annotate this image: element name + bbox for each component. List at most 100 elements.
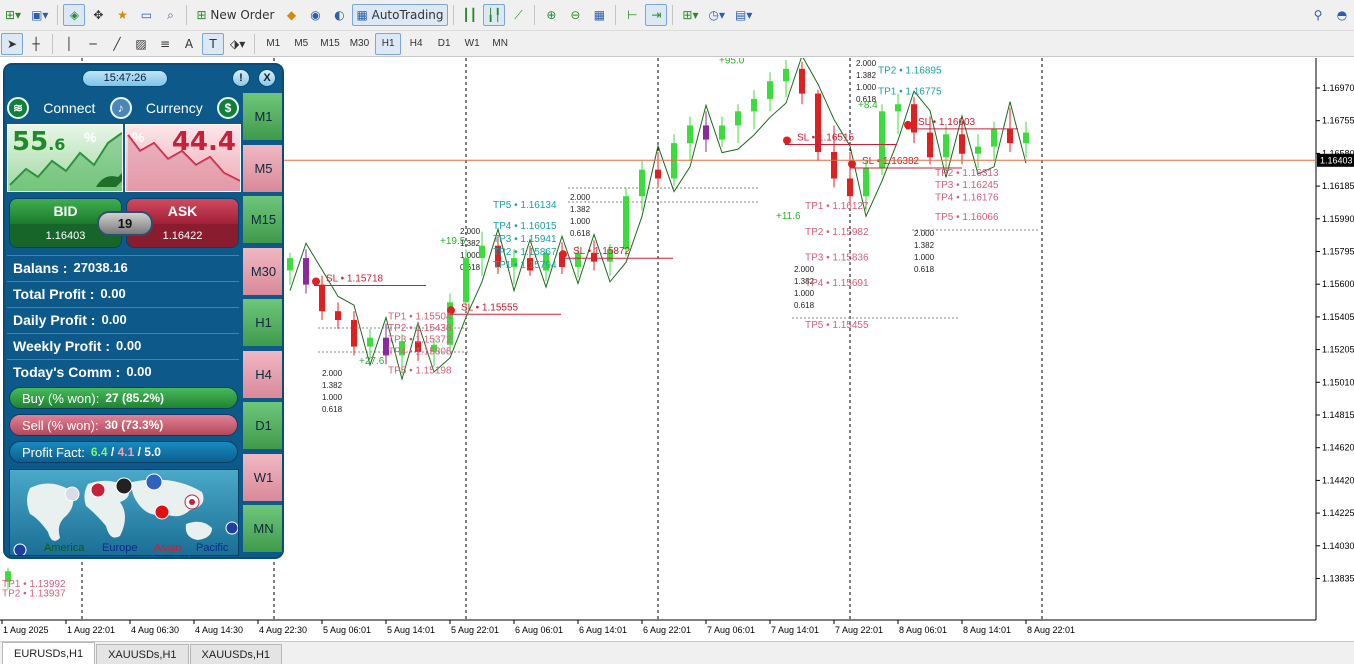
- timeframe-h4[interactable]: H4: [403, 33, 429, 55]
- timeframe-m5[interactable]: M5: [288, 33, 314, 55]
- candle-body: [1023, 132, 1029, 144]
- annotation-label: TP3 • 1.15836: [805, 253, 869, 264]
- annotation-label: TP4 • 1.16176: [935, 192, 999, 203]
- server-clock: 15:47:26: [82, 70, 168, 87]
- stat-row: Total Profit : 0.00: [7, 281, 239, 305]
- panel-tf-h4[interactable]: H4: [243, 350, 282, 400]
- panel-tf-w1[interactable]: W1: [243, 453, 282, 503]
- signals-icon[interactable]: ◉: [304, 4, 326, 26]
- bell-icon[interactable]: ♪: [109, 97, 132, 119]
- panel-tf-m15[interactable]: M15: [243, 196, 282, 245]
- candle-body: [863, 167, 869, 197]
- panel-tf-m1[interactable]: M1: [243, 93, 282, 142]
- entry-marker: [848, 160, 856, 169]
- periods-clock-icon[interactable]: ◷▾: [704, 4, 729, 26]
- market-watch-icon[interactable]: ◈: [63, 4, 86, 26]
- chart-tab[interactable]: EURUSDs,H1: [2, 642, 96, 664]
- annotation-label: +27.6: [359, 356, 385, 367]
- candle-body: [831, 151, 837, 179]
- connect-label[interactable]: Connect: [43, 100, 95, 116]
- profit-factor-total: 5.0: [144, 445, 161, 459]
- info-button[interactable]: !: [232, 69, 250, 87]
- currency-label[interactable]: Currency: [146, 100, 203, 116]
- fibonacci-icon[interactable]: ≡: [154, 33, 176, 55]
- vps-icon[interactable]: ◐: [328, 4, 350, 26]
- trading-dashboard: 15:47:26 ! X ≋ Connect ♪ Currency $ 55.6…: [3, 63, 284, 559]
- text-label-icon[interactable]: T: [202, 32, 224, 55]
- candle-body: [991, 128, 997, 147]
- timeframe-w1[interactable]: W1: [459, 33, 485, 55]
- price-tick-label: 1.14620: [1322, 443, 1354, 453]
- candlestick-chart-icon[interactable]: ╽╿: [482, 4, 506, 26]
- chart-shift-icon[interactable]: ⊢: [621, 4, 643, 26]
- panel-tf-d1[interactable]: D1: [243, 402, 282, 451]
- stat-label: Balans :: [13, 259, 68, 276]
- time-tick-label: 4 Aug 14:30: [195, 625, 243, 635]
- strategy-tester-icon[interactable]: ⌕: [159, 4, 181, 26]
- time-tick-label: 7 Aug 22:01: [835, 625, 883, 635]
- horizontal-line-icon[interactable]: ─: [82, 33, 104, 55]
- shapes-icon[interactable]: ⬗▾: [226, 33, 249, 55]
- zoom-in-icon[interactable]: ⊕: [540, 4, 562, 26]
- crosshair-nav-icon[interactable]: ✥: [87, 4, 109, 26]
- chart-tab[interactable]: XAUUSDs,H1: [96, 644, 189, 664]
- candle-body: [319, 284, 325, 312]
- region-europe: Europe: [102, 542, 138, 554]
- favorites-icon[interactable]: ★: [111, 4, 133, 26]
- indicators-icon[interactable]: ⊞▾: [678, 4, 702, 26]
- bid-ask-block: BID 1.16403 ASK 1.16422 19: [9, 198, 239, 248]
- metaeditor-icon[interactable]: ◆: [280, 4, 302, 26]
- new-chart-icon[interactable]: ⊞▾: [1, 4, 25, 26]
- panel-tf-m30[interactable]: M30: [243, 247, 282, 297]
- price-tick-label: 1.14225: [1322, 508, 1354, 518]
- channel-icon[interactable]: ▨: [130, 33, 152, 55]
- crosshair-icon[interactable]: ┼: [25, 33, 47, 55]
- line-chart-icon[interactable]: ⟋: [507, 4, 529, 26]
- bar-chart-icon[interactable]: ┃┃: [459, 4, 481, 26]
- timeframe-m1[interactable]: M1: [260, 33, 286, 55]
- trendline-icon[interactable]: ╱: [106, 33, 128, 55]
- search-icon[interactable]: ⚲: [1307, 4, 1329, 26]
- zoom-out-icon[interactable]: ⊖: [564, 4, 586, 26]
- text-icon[interactable]: A: [178, 33, 200, 55]
- panel-tf-mn[interactable]: MN: [243, 505, 282, 554]
- candle-body: [639, 169, 645, 197]
- autoscroll-icon[interactable]: ⇥: [645, 4, 668, 26]
- stat-row: Daily Profit : 0.00: [7, 307, 239, 331]
- toolbar-separator: [57, 5, 59, 25]
- time-tick-label: 6 Aug 14:01: [579, 625, 627, 635]
- candle-body: [479, 245, 485, 259]
- tile-windows-icon[interactable]: ▦: [588, 4, 610, 26]
- candle-body: [367, 337, 373, 347]
- autotrading-button[interactable]: ▦ AutoTrading: [352, 4, 448, 26]
- panel-tf-m5[interactable]: M5: [243, 144, 282, 194]
- time-tick-label: 4 Aug 22:30: [259, 625, 307, 635]
- cursor-icon[interactable]: ➤: [1, 32, 23, 55]
- profit-factor-stat: Profit Fact: 6.4 / 4.1 / 5.0: [9, 441, 238, 463]
- community-icon[interactable]: ◓: [1331, 4, 1353, 26]
- templates-icon[interactable]: ▤▾: [731, 4, 756, 26]
- annotation-label: TP1 • 1.16775: [878, 86, 942, 97]
- annotation-label: +8.4: [858, 100, 878, 111]
- timeframe-h1[interactable]: H1: [375, 32, 402, 55]
- toolbar-separator: [672, 5, 674, 25]
- timeframe-m30[interactable]: M30: [346, 33, 373, 55]
- terminal-icon[interactable]: ▭: [135, 4, 157, 26]
- candle-body: [847, 178, 853, 197]
- annotation-label: TP3 • 1.16245: [935, 180, 999, 191]
- stat-label: Total Profit :: [13, 285, 95, 302]
- close-button[interactable]: X: [258, 69, 276, 87]
- timeframe-d1[interactable]: D1: [431, 33, 457, 55]
- timeframe-mn[interactable]: MN: [487, 33, 513, 55]
- annotation-label: SL • 1.15872: [573, 246, 631, 257]
- time-tick-label: 8 Aug 14:01: [963, 625, 1011, 635]
- new-order-icon: ⊞: [196, 8, 207, 22]
- profiles-icon[interactable]: ▣▾: [27, 4, 52, 26]
- fib-level-label: 2.000: [570, 193, 591, 202]
- panel-tf-h1[interactable]: H1: [243, 299, 282, 348]
- new-order-button[interactable]: ⊞ New Order: [192, 4, 278, 26]
- timeframe-m15[interactable]: M15: [316, 33, 343, 55]
- sentiment-box: 55.6 % % 44.4: [7, 124, 241, 192]
- vertical-line-icon[interactable]: │: [58, 33, 80, 55]
- chart-tab[interactable]: XAUUSDs,H1: [189, 644, 283, 664]
